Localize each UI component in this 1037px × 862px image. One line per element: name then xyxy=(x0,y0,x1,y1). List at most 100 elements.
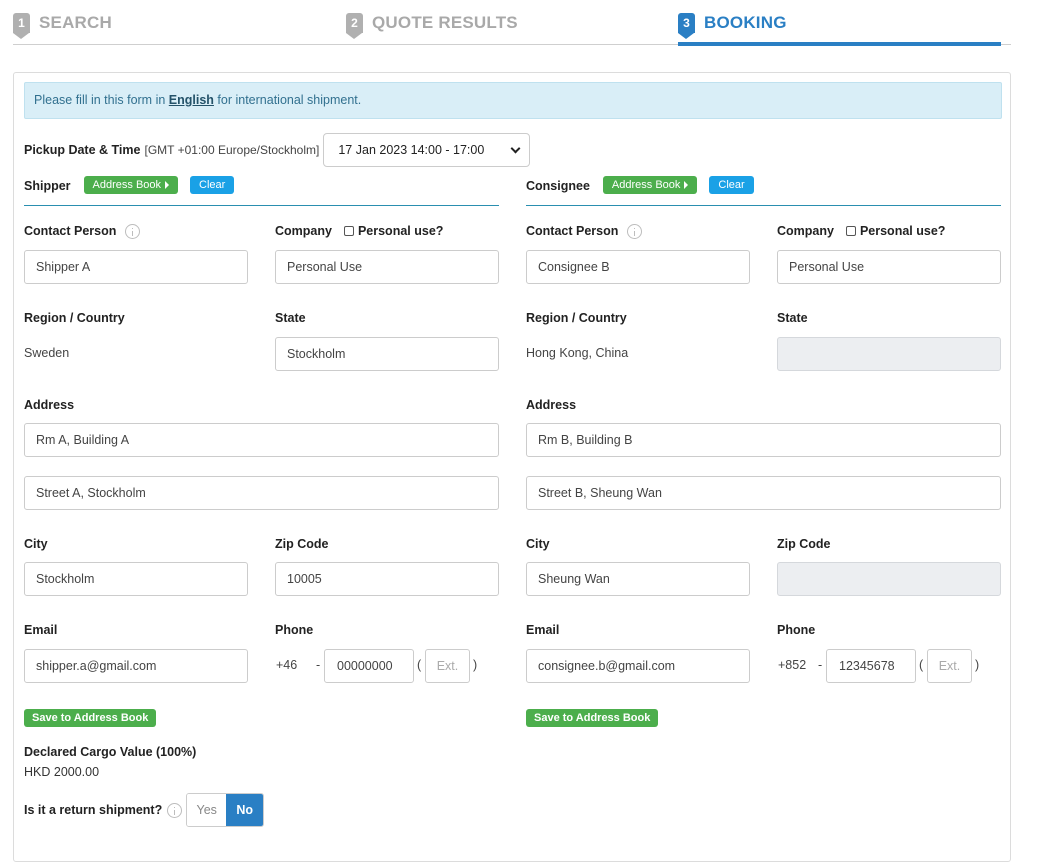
consignee-address-line2-input[interactable]: Street B, Sheung Wan xyxy=(526,476,1001,510)
shipper-zip-input[interactable]: 10005 xyxy=(275,562,499,596)
consignee-email-input[interactable]: consignee.b@gmail.com xyxy=(526,649,750,683)
active-step-indicator xyxy=(678,42,1001,46)
step-label-quote-results: QUOTE RESULTS xyxy=(372,13,518,32)
booking-form-panel: Please fill in this form in English for … xyxy=(13,72,1011,862)
pickup-row: Pickup Date & Time [GMT +01:00 Europe/St… xyxy=(24,133,531,167)
declared-cargo-label: Declared Cargo Value (100%) xyxy=(24,745,197,759)
pickup-label: Pickup Date & Time xyxy=(24,143,141,157)
shipper-address-line1-input[interactable]: Rm A, Building A xyxy=(24,423,499,457)
shipper-phone-ext-input[interactable]: Ext. xyxy=(425,649,470,683)
consignee-clear-button[interactable]: Clear xyxy=(709,176,754,194)
return-shipment-label: Is it a return shipment? xyxy=(24,803,163,817)
ext-open-paren: ( xyxy=(417,658,422,672)
consignee-phone-code: +852 xyxy=(778,658,807,672)
consignee-section: Consignee Address Book Clear Contact Per… xyxy=(526,176,1001,727)
consignee-city-input[interactable]: Sheung Wan xyxy=(526,562,750,596)
consignee-address-book-button[interactable]: Address Book xyxy=(602,176,698,194)
notice-prefix: Please fill in this form in xyxy=(34,93,169,107)
step-number-3: 3 xyxy=(678,13,695,39)
consignee-phone-number-input[interactable]: 12345678 xyxy=(826,649,916,683)
booking-stepper: 1 SEARCH 2 QUOTE RESULTS 3 BOOKING xyxy=(0,0,1037,48)
shipper-state-input[interactable]: Stockholm xyxy=(275,337,499,371)
consignee-header: Consignee Address Book Clear xyxy=(526,176,1001,206)
step-quote-results[interactable]: 2 QUOTE RESULTS xyxy=(346,13,518,39)
shipper-address-line2-input[interactable]: Street A, Stockholm xyxy=(24,476,499,510)
shipper-section: Shipper Address Book Clear Contact Perso… xyxy=(24,176,499,727)
consignee-company-label-row: Company Personal use? xyxy=(777,222,945,240)
shipper-save-to-address-book-button[interactable]: Save to Address Book xyxy=(24,709,157,727)
pickup-datetime-select[interactable]: 17 Jan 2023 14:00 - 17:00 xyxy=(323,133,531,167)
info-icon[interactable] xyxy=(627,223,643,239)
english-notice: Please fill in this form in English for … xyxy=(24,82,1002,119)
declared-cargo-value: HKD 2000.00 xyxy=(24,765,100,779)
consignee-personal-use-checkbox[interactable] xyxy=(845,226,856,236)
ext-close-paren: ) xyxy=(975,658,980,672)
chevron-down-icon xyxy=(510,143,521,153)
caret-right-icon xyxy=(684,181,689,189)
step-search[interactable]: 1 SEARCH xyxy=(13,13,112,39)
shipper-clear-button[interactable]: Clear xyxy=(190,176,235,194)
consignee-save-to-address-book-button[interactable]: Save to Address Book xyxy=(526,709,659,727)
email-label: Email xyxy=(526,623,560,637)
phone-dash: - xyxy=(818,658,823,672)
address-label: Address xyxy=(24,398,75,412)
step-number-2: 2 xyxy=(346,13,363,39)
phone-label: Phone xyxy=(777,623,816,637)
return-shipment-toggle: Yes No xyxy=(186,793,265,827)
city-label: City xyxy=(526,537,550,551)
contact-person-label: Contact Person xyxy=(24,224,117,238)
consignee-title: Consignee xyxy=(526,179,590,193)
step-label-booking: BOOKING xyxy=(704,13,787,32)
city-label: City xyxy=(24,537,48,551)
consignee-zip-input[interactable] xyxy=(777,562,1001,596)
consignee-contact-label-row: Contact Person xyxy=(526,222,643,240)
step-label-search: SEARCH xyxy=(39,13,112,32)
company-label: Company xyxy=(777,224,834,238)
state-label: State xyxy=(777,311,808,325)
personal-use-label: Personal use? xyxy=(357,224,444,238)
state-label: State xyxy=(275,311,306,325)
consignee-contact-person-input[interactable]: Consignee B xyxy=(526,250,750,284)
shipper-region-value: Sweden xyxy=(24,346,70,360)
ext-open-paren: ( xyxy=(919,658,924,672)
shipper-personal-use-checkbox[interactable] xyxy=(343,226,354,236)
personal-use-label: Personal use? xyxy=(859,224,946,238)
consignee-address-line1-input[interactable]: Rm B, Building B xyxy=(526,423,1001,457)
notice-english-emphasis: English xyxy=(168,93,214,107)
return-no-option[interactable]: No xyxy=(226,794,264,826)
pickup-selected-value: 17 Jan 2023 14:00 - 17:00 xyxy=(338,143,485,157)
shipper-city-input[interactable]: Stockholm xyxy=(24,562,248,596)
shipper-company-input[interactable]: Personal Use xyxy=(275,250,499,284)
shipper-title: Shipper xyxy=(24,179,71,193)
notice-suffix: for international shipment. xyxy=(213,93,362,107)
info-icon[interactable] xyxy=(125,223,141,239)
ext-close-paren: ) xyxy=(473,658,478,672)
shipper-phone-number-input[interactable]: 00000000 xyxy=(324,649,414,683)
email-label: Email xyxy=(24,623,58,637)
contact-person-label: Contact Person xyxy=(526,224,619,238)
address-book-label: Address Book xyxy=(611,179,681,191)
region-country-label: Region / Country xyxy=(526,311,627,325)
return-yes-option[interactable]: Yes xyxy=(187,794,227,826)
pickup-timezone: [GMT +01:00 Europe/Stockholm] xyxy=(144,143,320,157)
company-label: Company xyxy=(275,224,332,238)
consignee-company-input[interactable]: Personal Use xyxy=(777,250,1001,284)
address-book-label: Address Book xyxy=(92,179,162,191)
consignee-phone-ext-input[interactable]: Ext. xyxy=(927,649,972,683)
shipper-email-input[interactable]: shipper.a@gmail.com xyxy=(24,649,248,683)
caret-right-icon xyxy=(165,181,170,189)
zip-code-label: Zip Code xyxy=(275,537,329,551)
shipper-address-book-button[interactable]: Address Book xyxy=(83,176,179,194)
consignee-state-input[interactable] xyxy=(777,337,1001,371)
phone-dash: - xyxy=(316,658,321,672)
step-number-1: 1 xyxy=(13,13,30,39)
info-icon[interactable] xyxy=(167,802,183,818)
consignee-region-value: Hong Kong, China xyxy=(526,346,629,360)
phone-label: Phone xyxy=(275,623,314,637)
step-booking[interactable]: 3 BOOKING xyxy=(678,13,787,39)
shipper-contact-person-input[interactable]: Shipper A xyxy=(24,250,248,284)
shipper-header: Shipper Address Book Clear xyxy=(24,176,499,206)
address-label: Address xyxy=(526,398,577,412)
zip-code-label: Zip Code xyxy=(777,537,831,551)
shipper-company-label-row: Company Personal use? xyxy=(275,222,443,240)
